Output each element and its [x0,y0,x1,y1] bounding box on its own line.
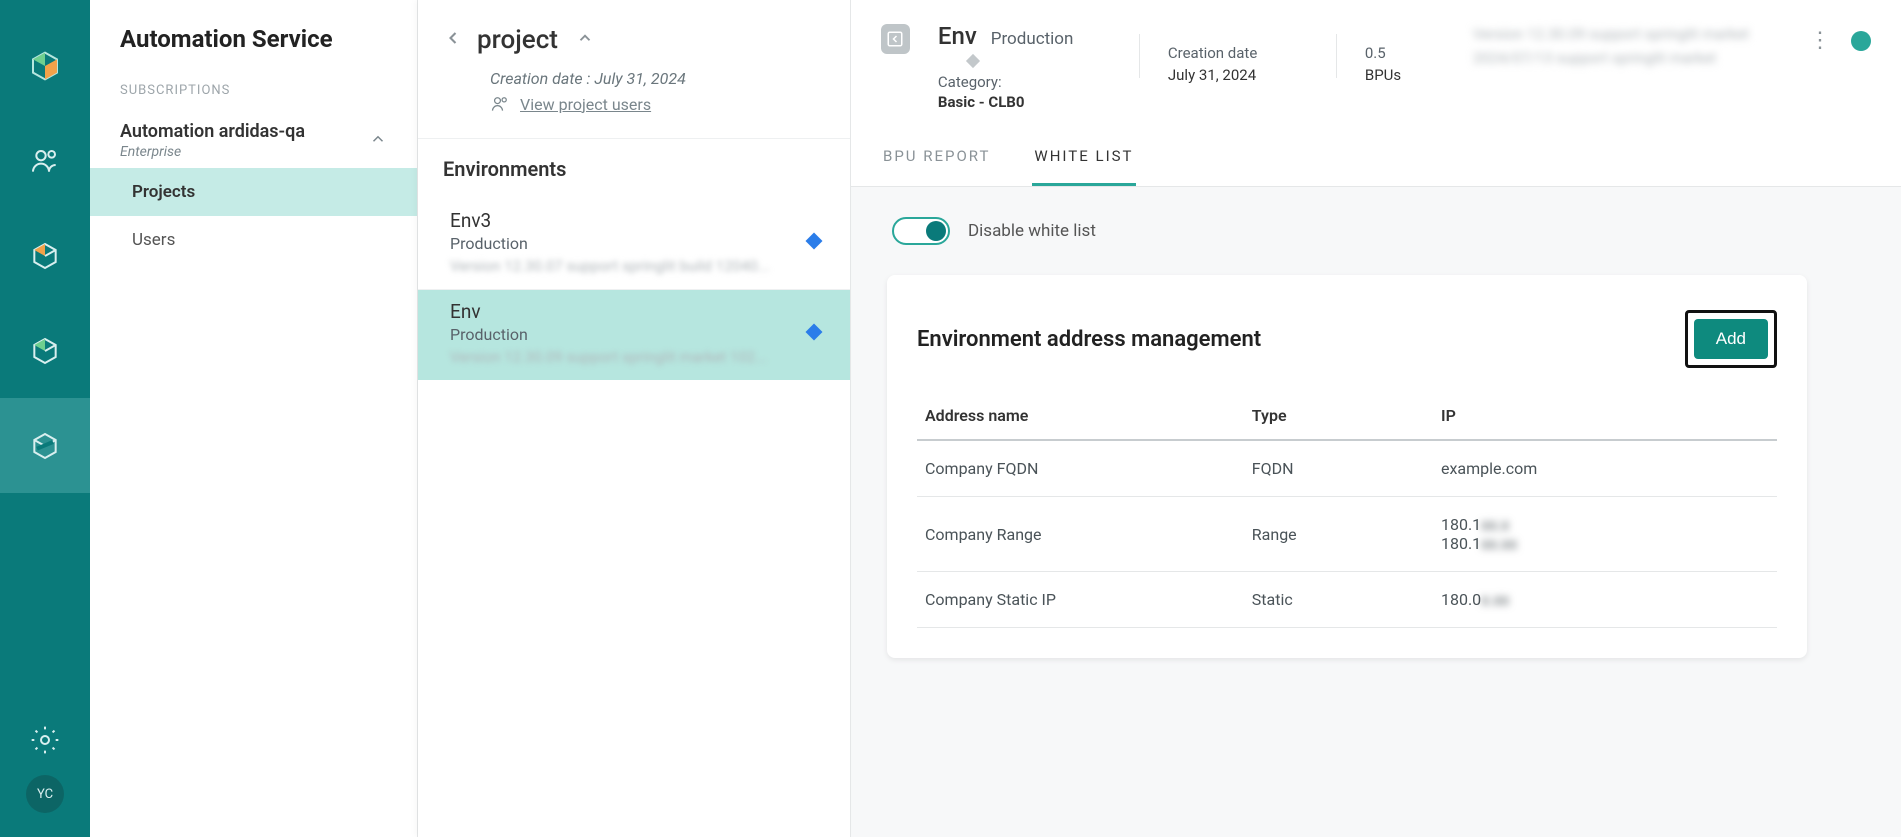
bpu-label: BPUs [1365,66,1445,84]
table-row[interactable]: Company Range Range 180.1xx.x 180.1xx.xx [917,497,1777,572]
sidebar-item-users[interactable]: Users [90,216,417,264]
sidebar-title: Automation Service [90,25,417,83]
project-panel: project Creation date : July 31, 2024 Vi… [418,0,851,837]
add-button-highlight: Add [1685,310,1777,368]
address-table: Address name Type IP Company FQDN FQDN e… [917,396,1777,628]
status-dot-icon [1851,31,1871,51]
environment-item[interactable]: Env Production Version 12.30.09 support … [418,289,850,380]
env-name: Env [938,22,977,50]
rail-cube3-icon[interactable] [0,398,90,493]
environment-name: Env [450,300,825,323]
category-value: Basic - CLB0 [938,93,1058,111]
rail-avatar[interactable]: YC [26,775,64,813]
environment-type: Production [450,325,825,344]
chevron-up-icon [369,130,387,152]
address-management-card: Environment address management Add Addre… [887,275,1807,658]
sidebar: Automation Service SUBSCRIPTIONS Automat… [90,0,418,837]
bpu-value: 0.5 [1365,44,1445,62]
table-row[interactable]: Company Static IP Static 180.0x.xx [917,572,1777,628]
tab-bpu-report[interactable]: BPU REPORT [881,139,992,186]
category-label: Category: [938,73,1111,91]
rail-logo-icon[interactable] [0,18,90,113]
creation-date-label: Creation date [1168,44,1308,62]
diamond-icon [966,54,980,68]
tabs: BPU REPORT WHITE LIST [881,139,1871,186]
version-blur: Version 12.30.09 support springlit marke… [1473,22,1791,94]
env-type: Production [991,29,1074,49]
back-icon[interactable] [443,28,463,52]
creation-date-value: July 31, 2024 [1168,66,1308,84]
subscription-item[interactable]: Automation ardidas-qa Enterprise [90,113,417,168]
environment-type: Production [450,234,825,253]
col-address-name: Address name [917,396,1244,440]
subscriptions-label: SUBSCRIPTIONS [90,83,417,113]
rail-cube1-icon[interactable] [0,208,90,303]
tab-white-list[interactable]: WHITE LIST [1032,139,1135,186]
environment-version-blur: Version 12.30.09 support springlit marke… [450,348,825,366]
project-title: project [477,25,558,55]
sidebar-item-projects[interactable]: Projects [90,168,417,216]
col-ip: IP [1433,396,1777,440]
environment-item[interactable]: Env3 Production Version 12.30.07 support… [418,199,850,289]
environment-name: Env3 [450,209,825,232]
rail-users-icon[interactable] [0,113,90,208]
card-title: Environment address management [917,327,1261,352]
subscription-name: Automation ardidas-qa [120,121,305,142]
rail-settings-icon[interactable] [0,705,90,775]
disable-whitelist-label: Disable white list [968,221,1096,241]
more-icon[interactable]: ⋮ [1809,28,1833,53]
collapse-panel-icon[interactable] [881,24,910,54]
icon-rail: YC [0,0,90,837]
col-type: Type [1244,396,1433,440]
main-content: Env Production Category: Basic - CLB0 Cr… [851,0,1901,837]
subscription-tier: Enterprise [120,144,305,160]
table-row[interactable]: Company FQDN FQDN example.com [917,440,1777,497]
environment-version-blur: Version 12.30.07 support springlit build… [450,257,825,275]
divider [1139,34,1140,78]
add-button[interactable]: Add [1694,319,1768,359]
chevron-up-icon[interactable] [576,29,594,51]
divider [1336,34,1337,78]
environments-heading: Environments [418,138,850,199]
rail-cube2-icon[interactable] [0,303,90,398]
disable-whitelist-toggle[interactable] [892,217,950,245]
project-creation-date: Creation date : July 31, 2024 [418,63,850,88]
view-project-users-link[interactable]: View project users [418,88,850,138]
